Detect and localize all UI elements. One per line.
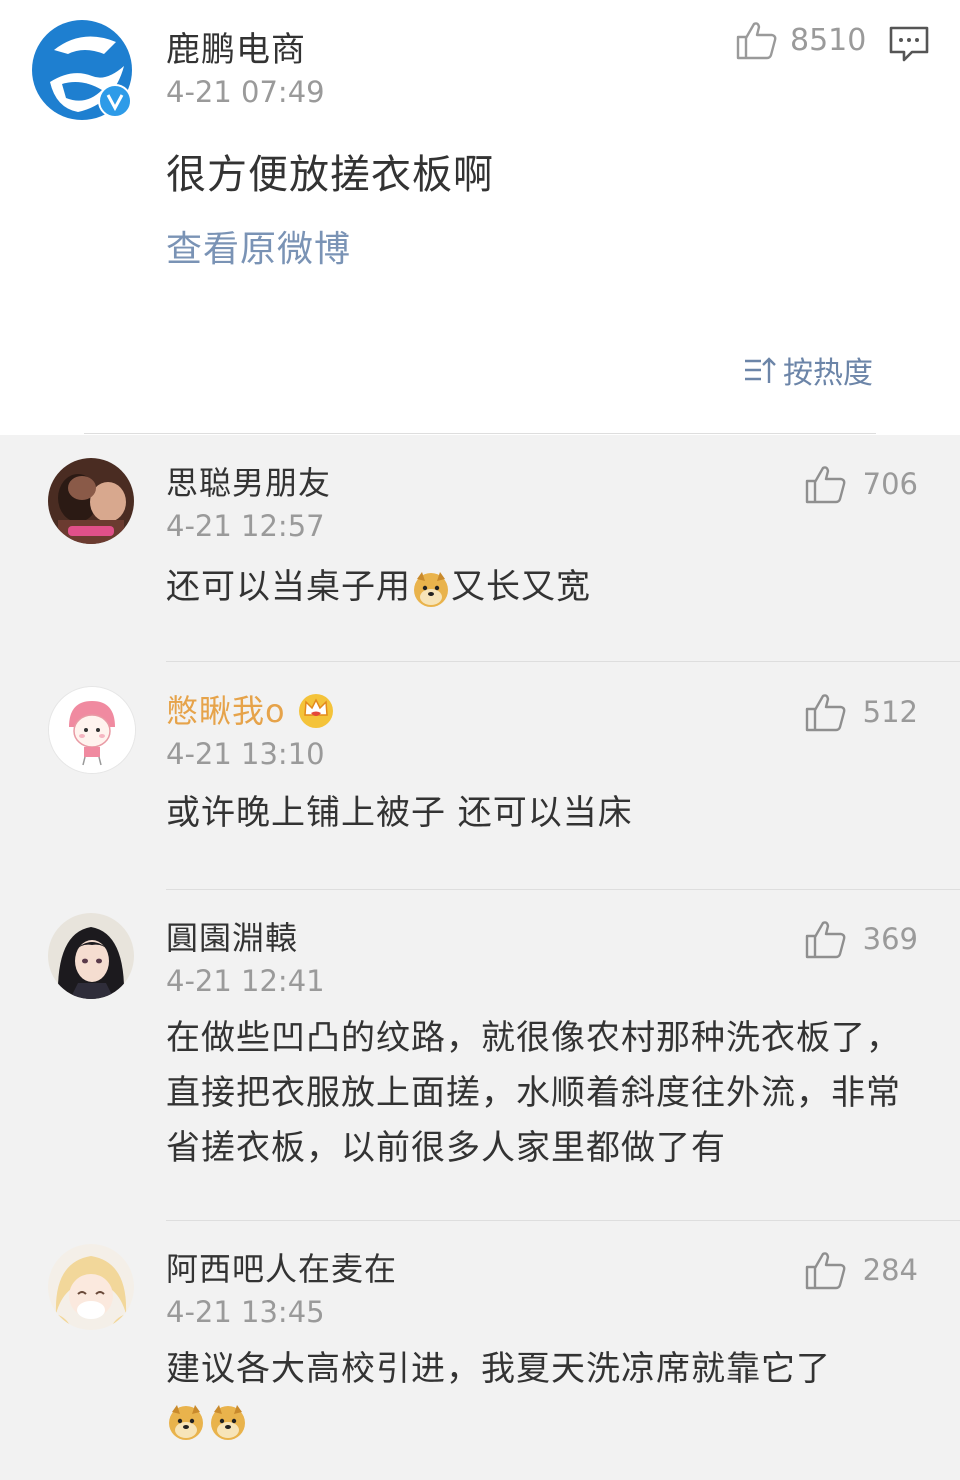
- commenter-name-text: 憋瞅我o: [166, 692, 286, 730]
- doge-emoji: [211, 1405, 245, 1440]
- like-count: 369: [862, 922, 918, 956]
- comment-button[interactable]: [888, 24, 930, 64]
- like-button[interactable]: 512: [805, 692, 918, 732]
- sort-icon: [745, 357, 776, 383]
- like-count: 8510: [790, 22, 867, 58]
- comment-text: 很方便放搓衣板啊: [166, 152, 494, 198]
- thumbs-up-icon: [805, 1252, 846, 1290]
- comment-text-part: 还可以当桌子用: [166, 567, 411, 607]
- comment-text: 或许晚上铺上被子 还可以当床: [166, 793, 633, 833]
- comment-icon: [889, 26, 929, 62]
- avatar[interactable]: [48, 686, 136, 774]
- like-count: 706: [862, 467, 918, 501]
- doge-emoji: [169, 1405, 203, 1440]
- list-item: 思聪男朋友 4-21 12:57 706 还可以当桌子用 又长又宽: [0, 456, 960, 662]
- thumbs-up-icon: [736, 22, 777, 60]
- like-button[interactable]: 369: [805, 919, 918, 959]
- like-button[interactable]: 706: [805, 464, 918, 504]
- comment-time: 4-21 12:41: [166, 964, 325, 998]
- sort-label: 按热度: [783, 356, 873, 391]
- emoji-row: [166, 1397, 926, 1447]
- like-count: 512: [862, 695, 918, 729]
- avatar[interactable]: [48, 458, 134, 544]
- like-count: 284: [862, 1253, 918, 1287]
- thumbs-up-icon: [805, 921, 846, 959]
- commenter-name[interactable]: 憋瞅我o: [166, 686, 336, 732]
- commenter-name[interactable]: 阿西吧人在麦在: [166, 1244, 397, 1290]
- like-button[interactable]: 8510: [736, 20, 866, 60]
- weibo-comments-screen: 鹿鹏电商 4-21 07:49 8510 很方便放搓衣板啊 查看原微博 按热度: [0, 0, 960, 1480]
- list-item: 圓園淵轅 4-21 12:41 369 在做些凹凸的纹路，就很像农村那种洗衣板了…: [0, 911, 960, 1221]
- divider: [166, 661, 960, 662]
- like-button[interactable]: 284: [805, 1250, 918, 1290]
- comment-time: 4-21 13:10: [166, 737, 325, 771]
- crown-icon: [298, 694, 333, 728]
- commenter-name[interactable]: 思聪男朋友: [166, 458, 331, 504]
- sort-by-hot-button[interactable]: 按热度: [743, 348, 873, 392]
- commenter-name[interactable]: 圓園淵轅: [166, 913, 298, 959]
- original-comment: 鹿鹏电商 4-21 07:49 8510 很方便放搓衣板啊 查看原微博 按热度: [0, 0, 960, 435]
- comment-time: 4-21 13:45: [166, 1295, 325, 1329]
- divider: [84, 433, 876, 434]
- comment-text-part: 又长又宽: [451, 567, 591, 607]
- doge-emoji: [414, 571, 448, 607]
- list-item: 憋瞅我o 4-21 13:10 512 或许晚上铺上被子 还可以当床: [0, 684, 960, 890]
- divider: [166, 1220, 960, 1221]
- verified-badge-icon: [98, 84, 132, 118]
- comment-text: 在做些凹凸的纹路，就很像农村那种洗衣板了，直接把衣服放上面搓，水顺着斜度往外流，…: [166, 1018, 901, 1168]
- comment-text: 建议各大高校引进，我夏天洗凉席就靠它了: [166, 1342, 926, 1447]
- author-name[interactable]: 鹿鹏电商: [166, 22, 306, 71]
- comment-text-part: 建议各大高校引进，我夏天洗凉席就靠它了: [166, 1349, 831, 1389]
- thumbs-up-icon: [805, 466, 846, 504]
- divider: [166, 889, 960, 890]
- comment-time: 4-21 12:57: [166, 509, 325, 543]
- thumbs-up-icon: [805, 694, 846, 732]
- comment-text: 还可以当桌子用 又长又宽: [166, 560, 926, 615]
- post-time: 4-21 07:49: [166, 75, 325, 109]
- view-original-link[interactable]: 查看原微博: [166, 220, 351, 272]
- author-avatar[interactable]: [32, 20, 132, 120]
- list-item: 阿西吧人在麦在 4-21 13:45 284 建议各大高校引进，我夏天洗凉席就靠…: [0, 1242, 960, 1480]
- avatar[interactable]: [48, 1244, 134, 1330]
- avatar[interactable]: [48, 913, 134, 999]
